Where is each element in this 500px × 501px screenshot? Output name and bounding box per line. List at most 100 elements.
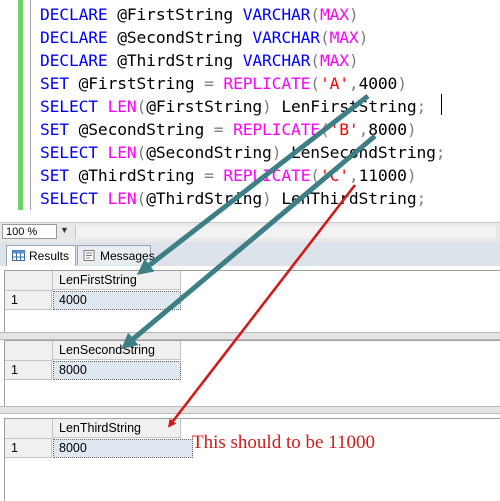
editor-status-bar: 100 % ▼	[0, 222, 500, 242]
chevron-down-icon[interactable]: ▼	[60, 225, 69, 235]
row-number[interactable]: 1	[5, 439, 52, 458]
code-token: SELECT	[40, 97, 98, 116]
code-line[interactable]: SET @ThirdString = REPLICATE('C',11000)	[40, 164, 417, 187]
code-token: DECLARE	[40, 28, 108, 47]
code-token: 'B'	[329, 120, 359, 139]
code-token: REPLICATE	[223, 166, 311, 185]
code-token: ;	[416, 189, 427, 208]
code-token: SELECT	[40, 143, 98, 162]
code-token: =	[204, 74, 214, 93]
code-token: DECLARE	[40, 51, 108, 70]
messages-icon	[83, 250, 95, 261]
code-token: VARCHAR	[242, 51, 311, 70]
column-header[interactable]: LenThirdString	[53, 419, 181, 438]
query-editor[interactable]: DECLARE @FirstString VARCHAR(MAX) DECLARE…	[0, 0, 500, 218]
code-token: )	[358, 28, 369, 47]
code-token: (	[310, 166, 320, 185]
code-token: @ThirdString	[68, 166, 205, 185]
code-token: )	[262, 97, 272, 116]
code-token: LenSecondString	[281, 143, 436, 162]
code-token: (	[319, 28, 330, 47]
code-token: MAX	[329, 28, 359, 47]
code-token: (	[136, 143, 147, 162]
code-token: @SecondString	[107, 28, 253, 47]
code-token: SET	[40, 120, 69, 139]
code-token: (	[310, 74, 320, 93]
code-token: )	[348, 5, 359, 24]
tab-results[interactable]: Results	[6, 245, 76, 267]
code-token: )	[406, 166, 417, 185]
code-token: DECLARE	[40, 5, 108, 24]
code-line[interactable]: SELECT LEN(@FirstString) LenFirstString;	[40, 95, 426, 118]
code-token: @ThirdString	[107, 51, 243, 70]
code-line[interactable]: SET @SecondString = REPLICATE('B',8000)	[40, 118, 417, 141]
column-header[interactable]: LenFirstString	[53, 271, 181, 290]
tab-results-label: Results	[29, 249, 70, 263]
result-grid-2[interactable]: LenSecondString 1 8000	[4, 340, 500, 407]
code-token: MAX	[319, 5, 349, 24]
code-token: VARCHAR	[252, 28, 320, 47]
code-token: 8000	[368, 120, 407, 139]
result-grid-1[interactable]: LenFirstString 1 4000	[4, 270, 500, 333]
code-token: MAX	[319, 51, 349, 70]
code-token: @ThirdString	[146, 189, 263, 208]
code-line[interactable]: DECLARE @FirstString VARCHAR(MAX)	[40, 3, 359, 26]
result-grid-3[interactable]: LenThirdString 1 8000	[4, 418, 500, 501]
row-number[interactable]: 1	[5, 291, 52, 310]
code-token: @FirstString	[107, 5, 243, 24]
tab-messages[interactable]: Messages	[77, 245, 155, 265]
code-token: 4000	[358, 74, 398, 93]
annotation-note: This should to be 11000	[192, 432, 375, 453]
code-token: 'A'	[319, 74, 349, 93]
result-cell[interactable]: 4000	[53, 291, 181, 310]
result-cell[interactable]: 8000	[53, 361, 181, 380]
code-line[interactable]: DECLARE @ThirdString VARCHAR(MAX)	[40, 49, 359, 72]
code-line[interactable]: SELECT LEN(@SecondString) LenSecondStrin…	[40, 141, 446, 164]
code-token: LEN	[107, 143, 137, 162]
code-token: )	[397, 74, 407, 93]
result-cell[interactable]: 8000	[53, 439, 193, 458]
code-token: SET	[40, 166, 69, 185]
code-token: =	[204, 166, 214, 185]
horizontal-scrollbar[interactable]	[75, 226, 496, 238]
code-token: (	[310, 51, 320, 70]
pane-splitter[interactable]	[0, 332, 500, 340]
editor-margin-line	[30, 0, 31, 210]
grid-corner	[5, 271, 53, 291]
code-token: (	[136, 189, 147, 208]
code-token: =	[213, 120, 224, 139]
code-token: )	[262, 189, 272, 208]
zoom-dropdown[interactable]: 100 %	[2, 224, 57, 239]
code-token: 'C'	[319, 166, 349, 185]
pane-splitter[interactable]	[0, 406, 500, 414]
results-panel: LenFirstString 1 4000 LenSecondString 1 …	[0, 266, 500, 501]
code-line[interactable]: SELECT LEN(@ThirdString) LenThirdString;	[40, 187, 426, 210]
code-token: SET	[40, 74, 69, 93]
code-token: )	[271, 143, 282, 162]
code-token: 11000	[358, 166, 407, 185]
row-number[interactable]: 1	[5, 361, 52, 380]
code-token: LenFirstString	[271, 97, 417, 116]
code-token: @SecondString	[146, 143, 272, 162]
code-token: VARCHAR	[242, 5, 311, 24]
text-cursor	[441, 94, 442, 115]
code-line[interactable]: SET @FirstString = REPLICATE('A',4000)	[40, 72, 407, 95]
grid-corner	[5, 341, 53, 361]
code-token: LEN	[107, 189, 137, 208]
code-token: (	[319, 120, 330, 139]
grid-corner	[5, 419, 53, 439]
code-token: )	[348, 51, 359, 70]
code-token: LenThirdString	[271, 189, 417, 208]
code-token: ,	[348, 166, 359, 185]
tab-messages-label: Messages	[100, 249, 155, 263]
code-line[interactable]: DECLARE @SecondString VARCHAR(MAX)	[40, 26, 368, 49]
code-token: @FirstString	[146, 97, 263, 116]
code-token: SELECT	[40, 189, 98, 208]
code-token: )	[406, 120, 417, 139]
column-header[interactable]: LenSecondString	[53, 341, 181, 360]
code-token: REPLICATE	[223, 74, 311, 93]
